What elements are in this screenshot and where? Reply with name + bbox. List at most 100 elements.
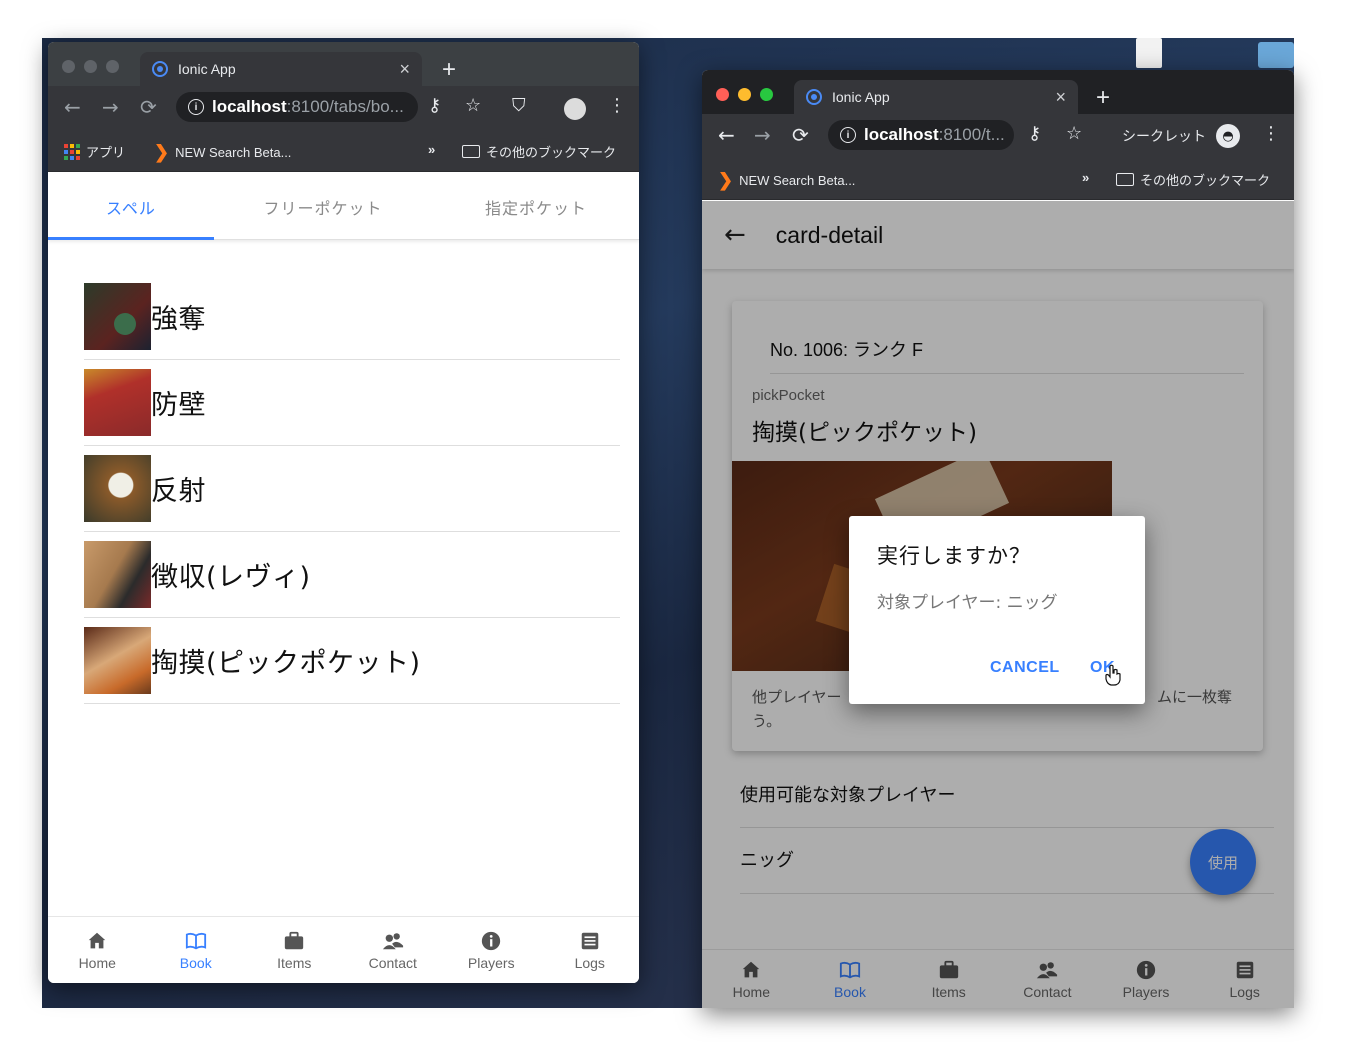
card-name: 掏摸(ピックポケット) [151,648,421,679]
list-item[interactable]: 徴収(レヴィ) [84,532,620,618]
star-icon[interactable]: ☆ [465,95,481,116]
incognito-icon[interactable]: ◓ [1216,124,1240,148]
window-controls [716,88,773,101]
bookmark-apps[interactable]: アプリ [64,142,125,161]
tab-contact[interactable]: Contact [344,917,443,983]
info-icon[interactable]: i [840,127,856,143]
tab-strip: Ionic App × + [48,42,639,86]
browser-toolbar: ← → ⟳ i localhost:8100/t... ⚷ ☆ シークレット ◓… [702,114,1294,156]
bookmarks-overflow-button[interactable]: » [428,142,435,157]
list-icon [581,932,598,949]
bookmarks-overflow-button[interactable]: » [1082,170,1089,185]
tab-players-label: Players [467,954,515,971]
close-window-button[interactable] [62,60,75,73]
close-window-button[interactable] [716,88,729,101]
ionic-favicon-icon [152,61,168,77]
card-thumbnail [84,627,151,694]
card-list: 強奪 防壁 反射 徴収(レヴィ) 掏摸(ピックポケット) [84,274,620,704]
reload-icon[interactable]: ⟳ [140,95,157,119]
bookmark-apps-label: アプリ [86,145,126,160]
list-item[interactable]: 防壁 [84,360,620,446]
people-icon [382,932,403,949]
tab-home[interactable]: Home [48,917,147,983]
card-thumbnail [84,283,151,350]
home-icon [89,932,106,948]
bookmark-other[interactable]: その他のブックマーク [1116,170,1270,189]
card-name: 強奪 [151,304,206,335]
forward-arrow-icon[interactable]: → [754,123,771,147]
forward-arrow-icon[interactable]: → [102,95,119,119]
bottom-tab-bar: Home Book Items Contact Players Logs [48,916,639,983]
confirm-dialog: 実行しますか？ 対象プレイヤー: ニッグ CANCEL OK [849,516,1145,704]
list-item[interactable]: 反射 [84,446,620,532]
tab-home-label: Home [78,954,116,971]
chevron-icon: ❯ [718,170,734,190]
zoom-window-button[interactable] [760,88,773,101]
pocket-icon[interactable]: ⛉ [512,95,526,116]
card-name: 徴収(レヴィ) [151,562,311,593]
card-thumbnail [84,541,151,608]
zoom-window-button[interactable] [106,60,119,73]
new-tab-button[interactable]: + [1096,84,1110,112]
folder-icon [462,145,480,158]
address-bar[interactable]: i localhost:8100/t... [828,120,1014,150]
desktop-folder-icon[interactable] [1258,42,1294,68]
url-host: localhost [864,125,939,144]
browser-tab[interactable]: Ionic App × [140,52,422,86]
tab-logs[interactable]: Logs [541,917,640,983]
cancel-button[interactable]: CANCEL [990,659,1060,677]
minimize-window-button[interactable] [84,60,97,73]
desktop-file-icon[interactable] [1136,38,1162,68]
bookmark-new-search[interactable]: ❯ NEW Search Beta... [718,170,855,191]
card-name: 防壁 [151,390,206,421]
dialog-message: 対象プレイヤー: ニッグ [877,593,1058,613]
incognito-label: シークレット [1122,129,1206,145]
tab-contact-label: Contact [368,954,417,971]
browser-tab[interactable]: Ionic App × [794,80,1078,114]
tab-items[interactable]: Items [245,917,344,983]
info-circle-icon [482,931,501,950]
ionic-favicon-icon [806,89,822,105]
menu-dots-icon[interactable]: ⋮ [1262,123,1280,144]
list-item[interactable]: 掏摸(ピックポケット) [84,618,620,704]
tab-title: Ionic App [832,89,890,105]
bookmark-new-search[interactable]: ❯ NEW Search Beta... [154,142,291,163]
tab-close-icon[interactable]: × [399,59,410,80]
key-icon[interactable]: ⚷ [428,95,441,116]
tab-close-icon[interactable]: × [1055,87,1066,108]
reload-icon[interactable]: ⟳ [792,123,809,147]
info-icon[interactable]: i [188,99,204,115]
back-arrow-icon[interactable]: ← [718,123,735,147]
segment-designated-pocket[interactable]: 指定ポケット [438,174,634,240]
bookmark-search-label: NEW Search Beta... [739,173,856,188]
star-icon[interactable]: ☆ [1066,123,1082,144]
card-detail-page: ← card-detail No. 1006: ランク F pickPocket… [702,201,1294,1008]
folder-icon [1116,173,1134,186]
minimize-window-button[interactable] [738,88,751,101]
chevron-icon: ❯ [154,142,170,162]
back-arrow-icon[interactable]: ← [64,95,81,119]
tab-title: Ionic App [178,61,236,77]
url-host: localhost [212,97,287,116]
tab-items-label: Items [277,954,312,971]
bookmark-search-label: NEW Search Beta... [175,145,292,160]
segment-spell[interactable]: スペル [48,174,214,240]
tab-players[interactable]: Players [442,917,541,983]
dialog-title: 実行しますか？ [877,544,1031,568]
key-icon[interactable]: ⚷ [1028,123,1041,144]
url-path: :8100/t... [938,125,1005,144]
tab-book[interactable]: Book [147,917,246,983]
bookmark-other[interactable]: その他のブックマーク [462,142,616,161]
new-tab-button[interactable]: + [442,56,456,84]
bookmark-other-label: その他のブックマーク [486,145,617,160]
tab-book-label: Book [179,954,212,971]
card-name: 反射 [151,476,206,507]
bookmark-other-label: その他のブックマーク [1140,173,1271,188]
profile-avatar[interactable] [564,98,586,120]
segment-bar: スペル フリーポケット 指定ポケット [48,174,639,240]
menu-dots-icon[interactable]: ⋮ [608,95,626,116]
list-item[interactable]: 強奪 [84,274,620,360]
address-bar[interactable]: i localhost:8100/tabs/bo... [176,92,418,122]
segment-free-pocket[interactable]: フリーポケット [228,174,418,240]
book-icon [185,932,206,949]
